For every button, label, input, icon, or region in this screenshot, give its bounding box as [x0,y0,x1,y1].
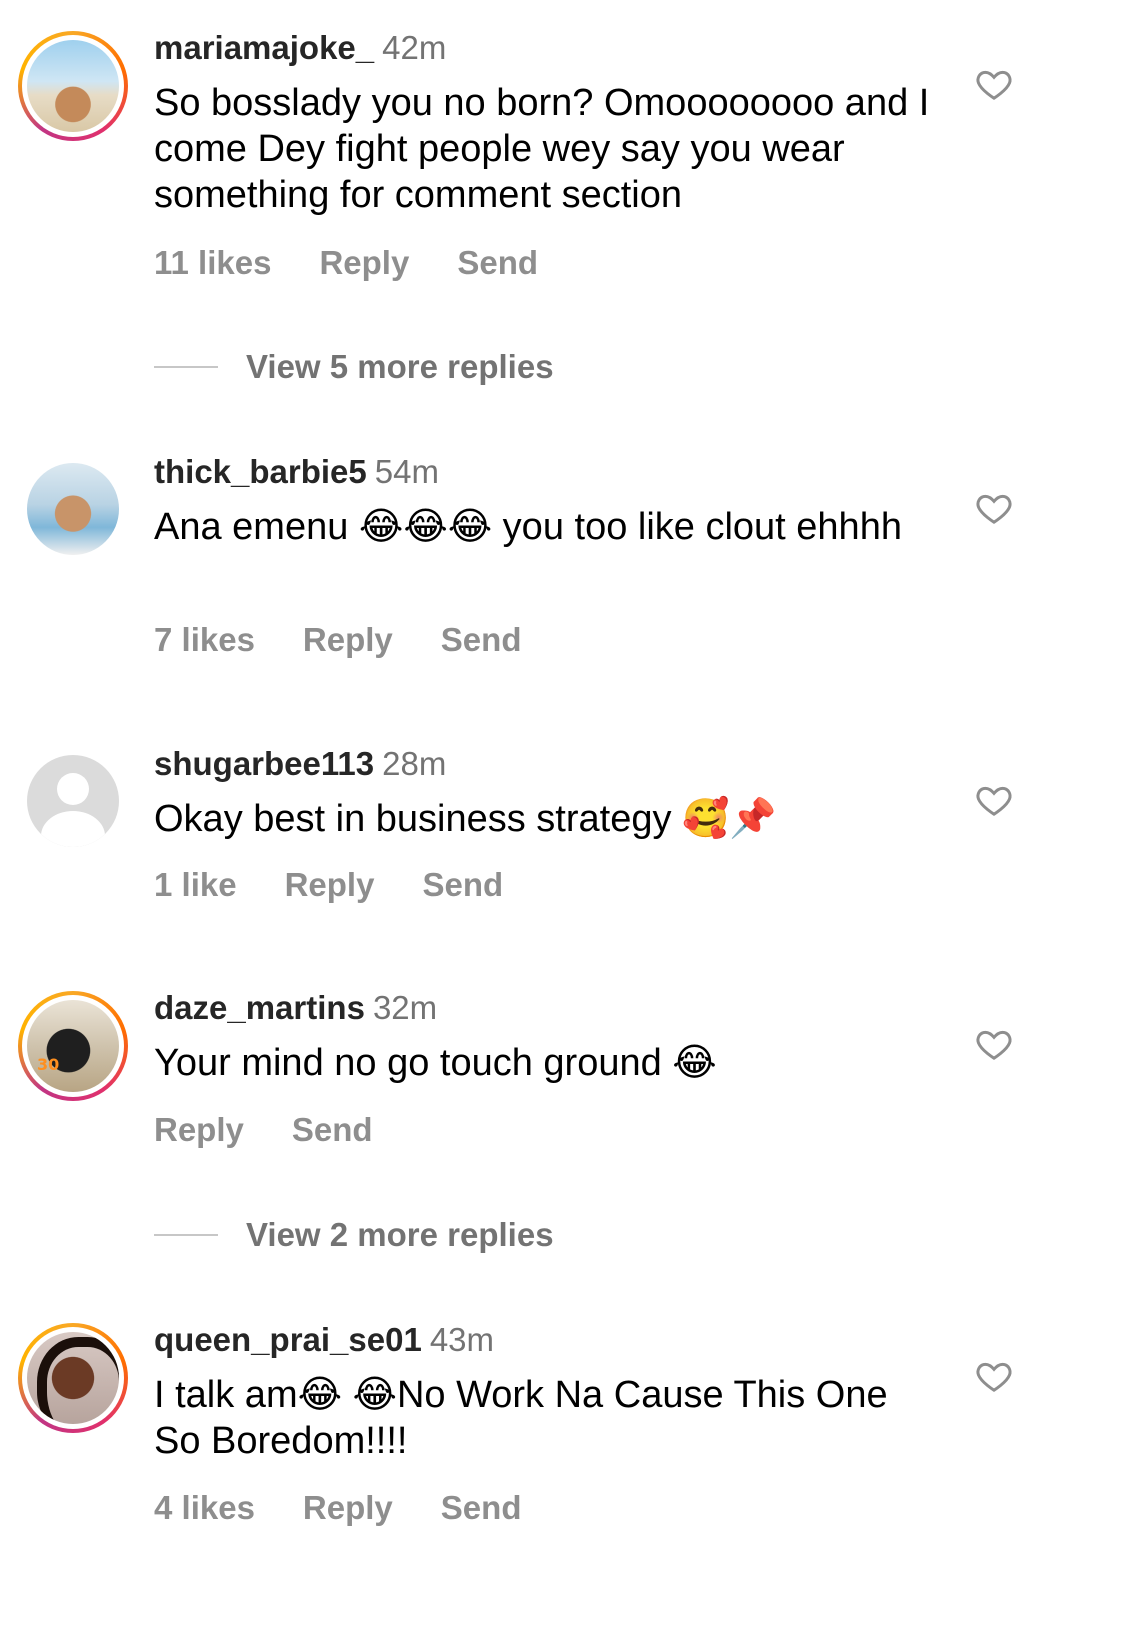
avatar[interactable]: 30 [18,991,128,1101]
view-replies-label[interactable]: View 2 more replies [246,1216,554,1253]
username[interactable]: shugarbee113 [154,745,374,782]
comment-actions: 1 like Reply Send [154,866,551,904]
comment-header: queen_prai_se01 43m [154,1320,494,1360]
comment-text: Okay best in business strategy 🥰📌 [154,798,777,840]
jersey-number: 30 [37,1055,60,1074]
profile-photo [27,1332,119,1424]
comment-text: So bosslady you no born? Omoooooooo and … [154,82,940,216]
avatar[interactable] [18,746,128,856]
comment-text: I talk am😂 😂No Work Na Cause This One So… [154,1374,899,1462]
likes-count[interactable]: 1 like [154,866,237,903]
avatar[interactable] [18,1323,128,1433]
comment-header: shugarbee113 28m [154,744,446,784]
likes-count[interactable]: 4 likes [154,1489,255,1526]
comment-text: Your mind no go touch ground 😂 [154,1042,717,1084]
send-button[interactable]: Send [422,866,503,903]
username[interactable]: queen_prai_se01 [154,1321,422,1358]
comment-header: thick_barbie5 54m [154,452,439,492]
timestamp: 42m [382,29,447,66]
timestamp: 43m [429,1321,495,1358]
timestamp: 54m [374,453,439,490]
send-button[interactable]: Send [441,1489,522,1526]
username[interactable]: mariamajoke_ [154,29,374,66]
reply-button[interactable]: Reply [154,1111,244,1148]
heart-outline-icon[interactable] [974,780,1014,820]
profile-photo: 30 [27,1000,119,1092]
comment-text: Ana emenu 😂😂😂 you too like clout ehhhh [154,506,902,548]
replies-divider [154,366,218,368]
timestamp: 32m [372,989,438,1026]
reply-button[interactable]: Reply [319,244,409,281]
avatar-body-shape [41,811,105,847]
send-button[interactable]: Send [457,244,538,281]
send-button[interactable]: Send [441,621,522,658]
avatar-head-shape [57,773,89,805]
comment-header: mariamajoke_ 42m [154,28,446,68]
timestamp: 28m [382,745,447,782]
reply-button[interactable]: Reply [303,621,393,658]
replies-divider [154,1234,218,1236]
default-profile-icon [27,755,119,847]
reply-button[interactable]: Reply [303,1489,393,1526]
likes-count[interactable]: 11 likes [154,244,271,281]
heart-outline-icon[interactable] [974,488,1014,528]
profile-photo [27,463,119,555]
comment-header: daze_martins 32m [154,988,437,1028]
heart-outline-icon[interactable] [974,1024,1014,1064]
view-more-replies[interactable]: View 5 more replies [154,348,554,388]
comment-actions: 4 likes Reply Send [154,1489,569,1527]
comment-actions: 7 likes Reply Send [154,621,569,659]
send-button[interactable]: Send [292,1111,373,1148]
comment-actions: 11 likes Reply Send [154,244,586,282]
heart-outline-icon[interactable] [974,1356,1014,1396]
avatar[interactable] [18,454,128,564]
view-replies-label[interactable]: View 5 more replies [246,348,554,385]
username[interactable]: thick_barbie5 [154,453,367,490]
heart-outline-icon[interactable] [974,64,1014,104]
view-more-replies[interactable]: View 2 more replies [154,1216,554,1256]
likes-count[interactable]: 7 likes [154,621,255,658]
username[interactable]: daze_martins [154,989,365,1026]
avatar[interactable] [18,31,128,141]
profile-photo [27,40,119,132]
reply-button[interactable]: Reply [285,866,375,903]
comment-actions: Reply Send [154,1111,421,1149]
